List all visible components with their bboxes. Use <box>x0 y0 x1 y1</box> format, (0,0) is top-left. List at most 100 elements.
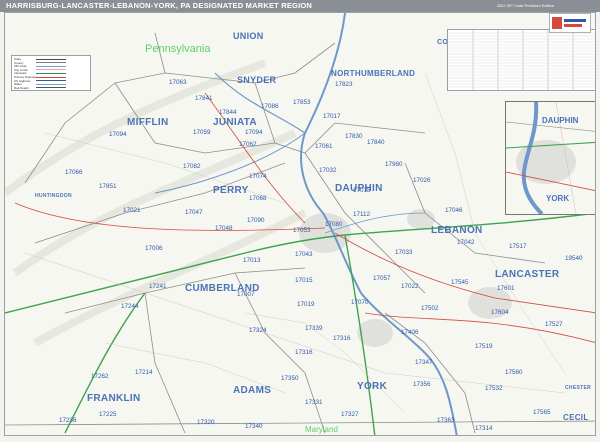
zip-index-panel <box>447 29 595 91</box>
county-label-chester: CHESTER <box>565 385 591 391</box>
zip-label: 17853 <box>293 99 311 106</box>
county-label-franklin: FRANKLIN <box>87 393 141 404</box>
zip-label: 17033 <box>395 249 413 256</box>
county-label-mifflin: MIFFLIN <box>127 117 169 128</box>
county-label-juniata: JUNIATA <box>213 117 257 128</box>
county-label-union: UNION <box>233 31 264 41</box>
zip-label: 17059 <box>193 129 211 136</box>
zip-index-grid <box>448 30 595 90</box>
legend-swatch <box>36 80 66 82</box>
zip-label: 17021 <box>123 207 141 214</box>
legend-item-label: Rail Roads <box>14 85 29 90</box>
zip-label: 17022 <box>401 283 419 290</box>
zip-label: 17236 <box>59 417 77 424</box>
legend-swatch <box>36 69 66 71</box>
logo-graphic <box>552 17 586 29</box>
zip-label: 17841 <box>195 95 213 102</box>
legend-swatch <box>36 58 66 60</box>
state-label-pennsylvania: Pennsylvania <box>145 43 211 55</box>
zip-label: 17043 <box>295 251 313 258</box>
zip-label: 17047 <box>185 209 203 216</box>
zip-label: 17013 <box>243 257 261 264</box>
map-canvas[interactable]: Pennsylvania Maryland UNIONCOLUMBIASNYDE… <box>4 12 596 436</box>
legend-swatch <box>36 76 66 78</box>
zip-label: 17018 <box>353 187 371 194</box>
county-label-york: YORK <box>357 381 388 392</box>
zip-label: 17565 <box>533 409 551 416</box>
legend-swatch <box>36 65 66 67</box>
zip-label: 17316 <box>333 335 351 342</box>
legend-swatch <box>36 83 66 85</box>
zip-label: 17214 <box>135 369 153 376</box>
zip-label: 17046 <box>445 207 463 214</box>
zip-label: 17604 <box>491 309 509 316</box>
zip-label: 17347 <box>415 359 433 366</box>
zip-label: 17063 <box>169 79 187 86</box>
local-roads <box>24 72 566 414</box>
zip-label: 17244 <box>121 303 139 310</box>
zip-label: 17074 <box>249 173 267 180</box>
zip-label: 17019 <box>297 301 315 308</box>
zip-label: 17545 <box>451 279 469 286</box>
zip-label: 17080 <box>325 221 343 228</box>
zip-label: 17070 <box>351 299 369 306</box>
legend-swatch <box>36 72 66 74</box>
zip-label: 17241 <box>149 283 167 290</box>
map-title: HARRISBURG-LANCASTER-LEBANON-YORK, PA DE… <box>6 1 313 10</box>
zip-label: 17532 <box>485 385 503 392</box>
legend-swatch <box>36 62 66 64</box>
zip-label: 17527 <box>545 321 563 328</box>
zip-label: 17363 <box>437 417 455 424</box>
county-label-cecil: CECIL <box>563 413 589 422</box>
zip-label: 17840 <box>367 139 385 146</box>
county-label-lancaster: LANCASTER <box>495 269 560 280</box>
publisher-logo <box>549 13 591 33</box>
county-label-perry: PERRY <box>213 185 249 196</box>
zip-label: 17057 <box>373 275 391 282</box>
zip-label: 17830 <box>345 133 363 140</box>
terrain-ridges <box>5 59 307 347</box>
zip-label: 17066 <box>65 169 83 176</box>
zip-label: 17225 <box>99 411 117 418</box>
legend-swatch <box>36 87 66 89</box>
county-label-adams: ADAMS <box>233 385 272 396</box>
zip-label: 17350 <box>281 375 299 382</box>
zip-label: 17980 <box>385 161 403 168</box>
zip-label: 17053 <box>293 227 311 234</box>
zip-label: 17320 <box>197 419 215 426</box>
zip-label: 17519 <box>475 343 493 350</box>
map-frame: HARRISBURG-LANCASTER-LEBANON-YORK, PA DE… <box>0 0 600 442</box>
zip-label: 17068 <box>249 195 267 202</box>
county-label-lebanon: LEBANON <box>431 225 483 236</box>
zip-label: 17061 <box>315 143 333 150</box>
zip-label: 17006 <box>145 245 163 252</box>
zip-label: 17339 <box>305 325 323 332</box>
zip-label: 17094 <box>245 129 263 136</box>
zip-label: 17026 <box>413 177 431 184</box>
zip-label: 17331 <box>305 399 323 406</box>
county-label-frederick: FREDERICK <box>201 435 250 436</box>
zip-label: 17324 <box>249 327 267 334</box>
zip-label: 17094 <box>109 131 127 138</box>
zip-label: 17560 <box>505 369 523 376</box>
zip-label: 17517 <box>509 243 527 250</box>
zip-label: 17356 <box>413 381 431 388</box>
zip-label: 17017 <box>323 113 341 120</box>
zip-label: 17112 <box>353 211 371 218</box>
zip-label: 19540 <box>565 255 583 262</box>
zip-label: 17062 <box>239 141 257 148</box>
zip-label: 17851 <box>99 183 117 190</box>
map-legend: State County ZIP Code City Limits Interstate… <box>11 55 91 91</box>
zip-label: 17082 <box>183 163 201 170</box>
state-label-maryland: Maryland <box>305 425 338 434</box>
zip-label: 17090 <box>247 217 265 224</box>
zip-label: 17502 <box>421 305 439 312</box>
zip-label: 17316 <box>295 349 313 356</box>
zip-label: 17340 <box>245 423 263 430</box>
county-label-huntingdon: HUNTINGDON <box>35 193 72 199</box>
zip-label: 17042 <box>457 239 475 246</box>
zip-label: 17086 <box>261 103 279 110</box>
zip-label: 17601 <box>497 285 515 292</box>
zip-label: 17048 <box>215 225 233 232</box>
harrisburg-inset-map: DAUPHIN YORK <box>505 101 595 215</box>
